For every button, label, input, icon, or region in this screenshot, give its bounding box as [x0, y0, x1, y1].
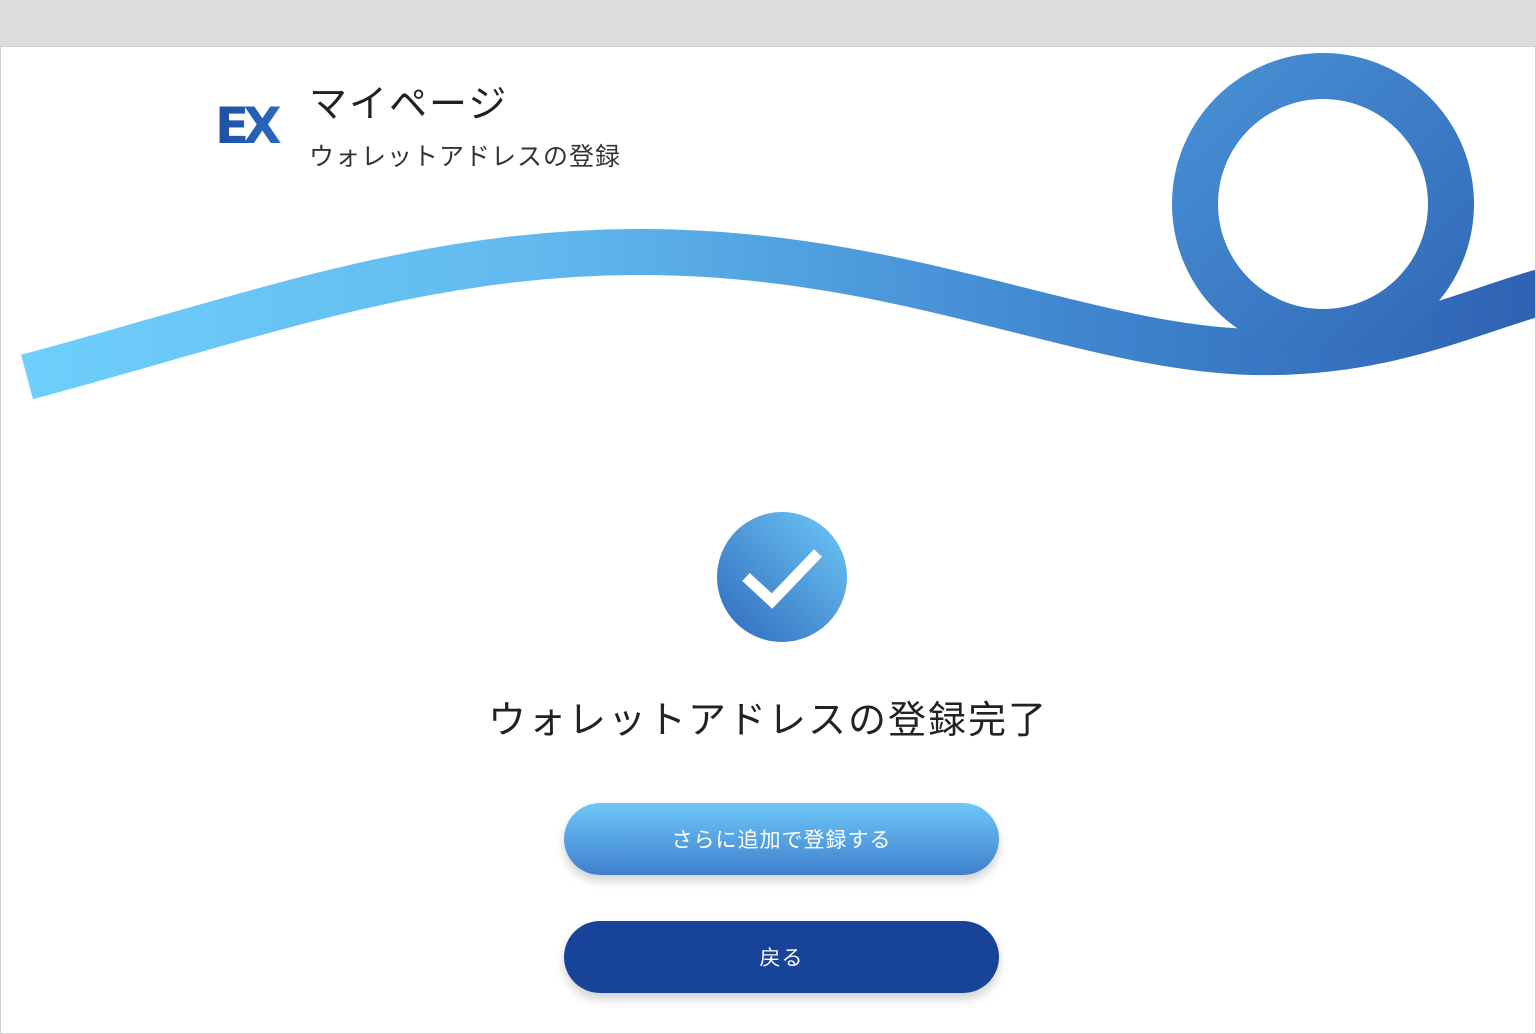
page-subtitle: ウォレットアドレスの登録 — [309, 142, 622, 171]
page-title: マイページ — [309, 82, 509, 126]
header-titles: マイページ ウォレットアドレスの登録 — [309, 81, 621, 173]
logo-text: EX — [215, 101, 281, 149]
completion-message: ウォレットアドレスの登録完了 — [487, 698, 1048, 742]
browser-topbar — [0, 0, 1536, 46]
back-button[interactable]: 戻る — [564, 921, 999, 993]
page-frame: EX マイページ ウォレットアドレスの登録 ウォレットアドレスの登録完了 さらに… — [0, 46, 1536, 1034]
page-header: EX マイページ ウォレットアドレスの登録 — [215, 81, 621, 173]
add-more-button-label: さらに追加で登録する — [671, 828, 892, 852]
success-check-icon — [717, 512, 847, 642]
add-more-button[interactable]: さらに追加で登録する — [564, 803, 999, 875]
back-button-label: 戻る — [759, 946, 804, 970]
ex-logo: EX — [215, 101, 287, 149]
